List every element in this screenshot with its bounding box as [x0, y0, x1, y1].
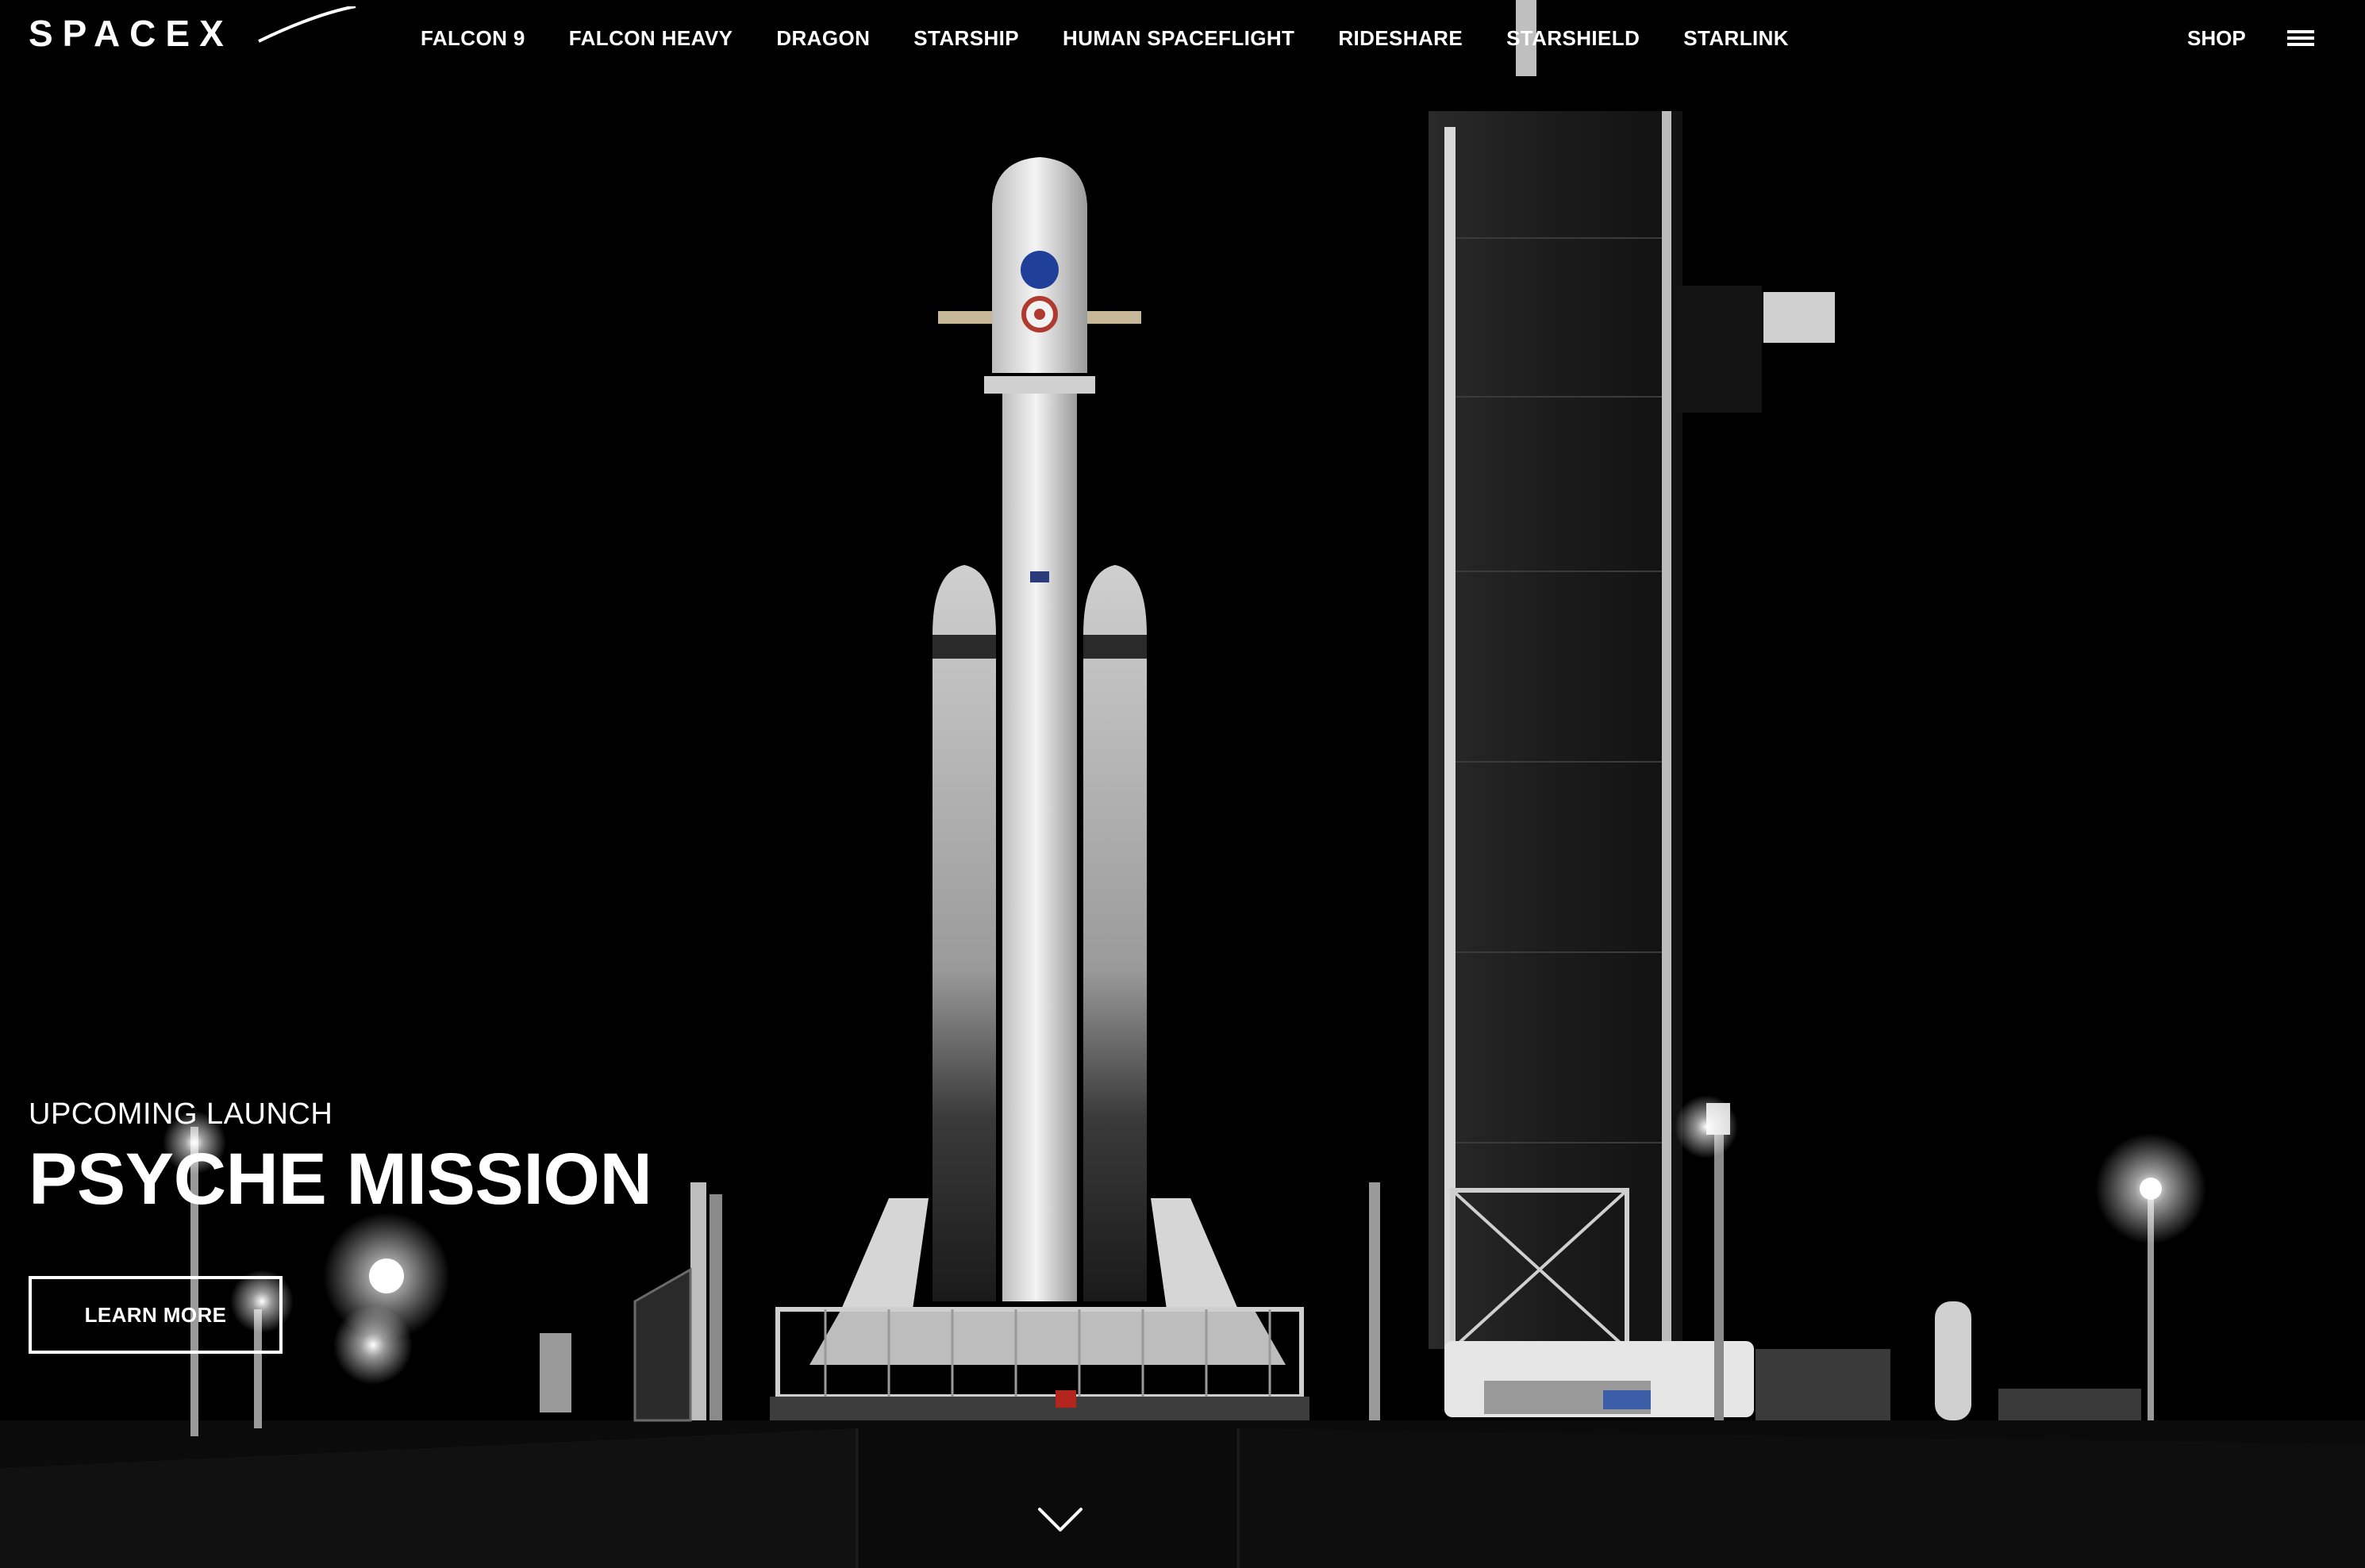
hamburger-menu-icon[interactable]	[2287, 29, 2316, 48]
nav-link-rideshare[interactable]: RIDESHARE	[1338, 24, 1463, 52]
mission-title: PSYCHE MISSION	[29, 1139, 652, 1220]
nav-link-starlink[interactable]: STARLINK	[1683, 24, 1789, 52]
nav-link-starship[interactable]: STARSHIP	[913, 24, 1019, 52]
chevron-down-icon[interactable]	[1036, 1505, 1084, 1536]
launch-promo: UPCOMING LAUNCH PSYCHE MISSION LEARN MOR…	[29, 1095, 652, 1354]
brand-wordmark: SPACEX	[29, 13, 233, 54]
nav-link-falcon-9[interactable]: FALCON 9	[421, 24, 525, 52]
primary-nav-links: FALCON 9 FALCON HEAVY DRAGON STARSHIP HU…	[421, 24, 1832, 52]
promo-eyebrow: UPCOMING LAUNCH	[29, 1097, 333, 1131]
nav-link-shop[interactable]: SHOP	[2187, 24, 2246, 52]
hero-background-image	[0, 0, 2365, 1568]
nav-link-human-spaceflight[interactable]: HUMAN SPACEFLIGHT	[1063, 24, 1294, 52]
hero-section: SPACEX FALCON 9 FALCON HEAVY DRAGON STAR…	[0, 0, 2365, 1568]
nav-link-dragon[interactable]: DRAGON	[776, 24, 870, 52]
nav-link-starshield[interactable]: STARSHIELD	[1506, 24, 1640, 52]
nav-link-falcon-heavy[interactable]: FALCON HEAVY	[569, 24, 733, 52]
learn-more-button[interactable]: LEARN MORE	[29, 1276, 283, 1354]
spacex-logo[interactable]: SPACEX	[29, 6, 362, 54]
top-navigation: SPACEX FALCON 9 FALCON HEAVY DRAGON STAR…	[0, 0, 2365, 76]
